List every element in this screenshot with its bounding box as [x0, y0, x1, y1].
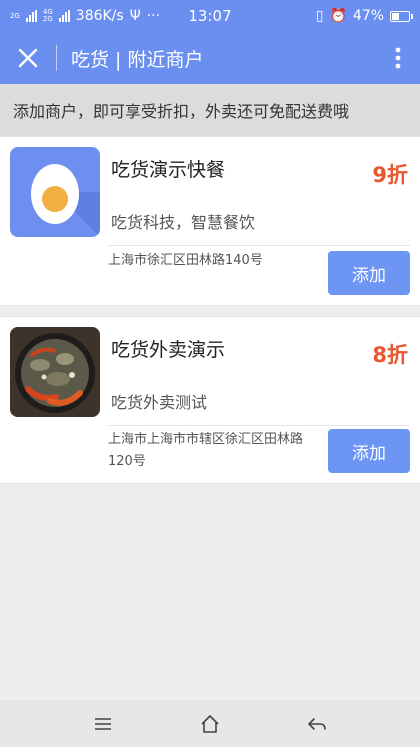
close-button[interactable] [0, 32, 56, 84]
app-header: 吃货 | 附近商户 [0, 32, 420, 84]
merchant-photo [10, 327, 100, 417]
add-merchant-button[interactable]: 添加 [328, 429, 410, 473]
status-left: 2G 4G 2G 386K/s Ψ ··· [10, 8, 160, 24]
merchant-description: 吃货科技，智慧餐饮 [111, 213, 256, 232]
merchant-name: 吃货外卖演示 [111, 339, 226, 361]
promo-notice: 添加商户，即可享受折扣，外卖还可免配送费哦 [0, 84, 420, 136]
clock: 13:07 [188, 7, 232, 25]
more-vertical-icon [395, 47, 401, 69]
close-icon [18, 48, 38, 68]
more-button[interactable] [376, 32, 420, 84]
discount-badge: 8折 [372, 343, 408, 367]
battery-icon [390, 10, 413, 22]
merchant-card[interactable]: 吃货外卖演示 8折 吃货外卖测试 上海市上海市市辖区徐汇区田林路120号 添加 [0, 316, 420, 484]
merchant-name: 吃货演示快餐 [111, 159, 226, 181]
page-title: 吃货 | 附近商户 [71, 48, 204, 71]
merchant-logo [10, 147, 100, 237]
divider [108, 425, 410, 426]
menu-icon [95, 717, 112, 730]
signal-icon [25, 10, 37, 22]
status-bar: 2G 4G 2G 386K/s Ψ ··· 13:07 ▯ ⏰ 47% [0, 0, 420, 32]
discount-badge: 9折 [372, 163, 408, 187]
vibrate-icon: ▯ [315, 8, 324, 24]
status-right: ▯ ⏰ 47% [315, 8, 413, 24]
network-type-label: 2G [10, 11, 20, 20]
merchant-address: 上海市徐汇区田林路140号 [108, 253, 263, 268]
alarm-icon: ⏰ [329, 8, 347, 24]
back-button[interactable] [287, 700, 347, 747]
home-icon [201, 714, 219, 733]
usb-icon: Ψ [129, 8, 141, 24]
merchant-description: 吃货外卖测试 [111, 393, 208, 412]
divider [108, 245, 410, 246]
menu-button[interactable] [73, 700, 133, 747]
battery-percent: 47% [352, 8, 384, 24]
crayfish-photo-icon [10, 327, 100, 417]
system-nav-bar [0, 700, 420, 747]
network-type-label: 4G 2G [42, 8, 53, 23]
back-icon [307, 717, 326, 730]
overflow-dots-icon: ··· [146, 8, 161, 24]
egg-logo-icon [31, 164, 100, 237]
merchant-address: 上海市上海市市辖区徐汇区田林路120号 [108, 432, 304, 469]
network-speed: 386K/s [75, 8, 124, 24]
add-merchant-button[interactable]: 添加 [328, 251, 410, 295]
home-button[interactable] [180, 700, 240, 747]
signal-icon [58, 10, 70, 22]
merchant-card[interactable]: 吃货演示快餐 9折 吃货科技，智慧餐饮 上海市徐汇区田林路140号 添加 [0, 136, 420, 306]
